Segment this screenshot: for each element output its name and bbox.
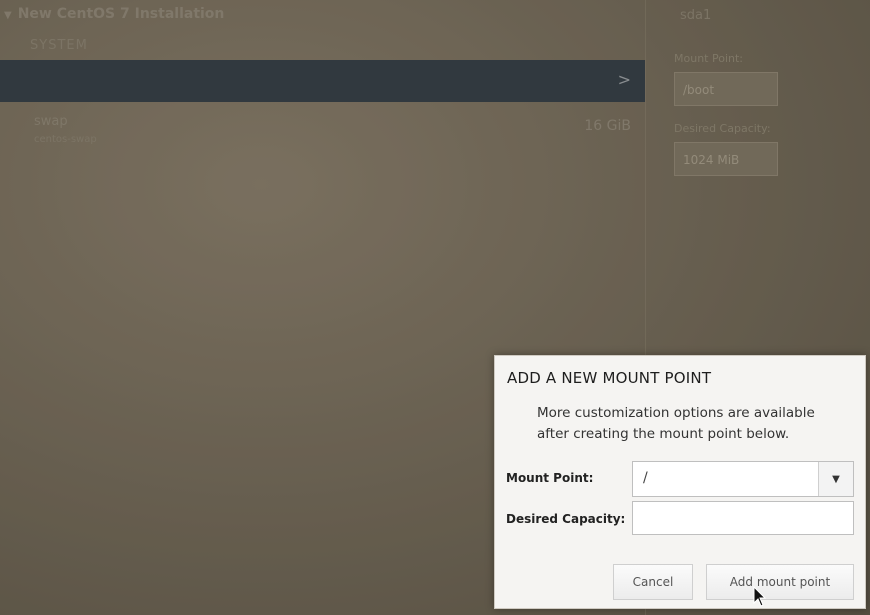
- desired-capacity-label: Desired Capacity:: [674, 122, 771, 135]
- mount-point-value: /: [643, 470, 648, 486]
- mount-point-label: Mount Point:: [506, 471, 594, 485]
- selected-partition-row[interactable]: >: [0, 60, 645, 102]
- installation-title: New CentOS 7 Installation: [17, 6, 225, 22]
- desired-capacity-input[interactable]: [632, 501, 854, 535]
- desired-capacity-label: Desired Capacity:: [506, 512, 626, 526]
- installation-header[interactable]: ▼ New CentOS 7 Installation: [4, 6, 224, 22]
- add-mount-point-button[interactable]: Add mount point: [706, 564, 854, 600]
- mount-point-field[interactable]: /boot: [674, 72, 778, 106]
- dropdown-arrow-icon[interactable]: ▼: [818, 462, 853, 496]
- mount-point-combo[interactable]: / ▼: [632, 461, 854, 497]
- dialog-title: ADD A NEW MOUNT POINT: [507, 369, 712, 387]
- mount-point-label: Mount Point:: [674, 52, 743, 65]
- partition-size: 16 GiB: [584, 118, 631, 134]
- partition-row-swap[interactable]: swap centos-swap 16 GiB: [0, 108, 645, 158]
- section-label: SYSTEM: [30, 38, 88, 53]
- partition-name: swap: [34, 114, 68, 129]
- device-title: sda1: [680, 8, 712, 23]
- chevron-right-icon: >: [617, 70, 631, 89]
- partition-details-panel: sda1 Mount Point: /boot Desired Capacity…: [650, 0, 870, 360]
- dialog-description: More customization options are available…: [537, 405, 815, 442]
- cancel-button[interactable]: Cancel: [613, 564, 693, 600]
- partition-subtitle: centos-swap: [34, 134, 97, 145]
- collapse-triangle-icon[interactable]: ▼: [4, 10, 12, 21]
- mouse-cursor-icon: [753, 586, 767, 607]
- add-mount-point-dialog: ADD A NEW MOUNT POINT More customization…: [494, 355, 866, 609]
- desired-capacity-field[interactable]: 1024 MiB: [674, 142, 778, 176]
